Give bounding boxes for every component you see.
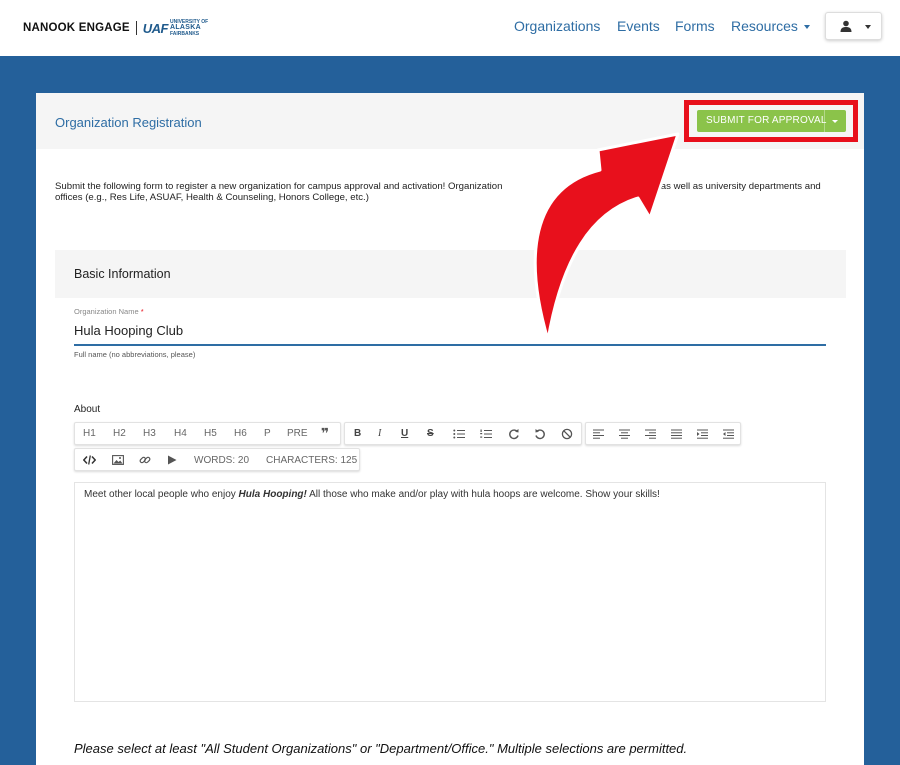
toolbar-format-group: B I U S [344,422,582,445]
top-navbar: NANOOK ENGAGE UAF UNIVERSITY OF ALASKA F… [0,0,900,56]
nav-events[interactable]: Events [617,18,660,34]
undo-icon[interactable] [534,428,546,440]
content-text-end: All those who make and/or play with hula… [306,489,660,500]
italic-icon[interactable]: I [378,428,381,439]
brand-logo[interactable]: NANOOK ENGAGE UAF UNIVERSITY OF ALASKA F… [23,19,208,37]
brand-name: NANOOK ENGAGE [23,22,130,34]
toolbar-h2-button[interactable]: H2 [113,428,126,439]
strikethrough-icon[interactable]: S [427,428,434,439]
org-name-input[interactable]: Hula Hooping Club [74,323,183,338]
org-name-label: Organization Name * [74,307,144,316]
user-menu-button[interactable] [825,12,882,40]
numbered-list-icon[interactable] [480,429,492,439]
toolbar-headings-group: H1 H2 H3 H4 H5 H6 P PRE ❞ [74,422,341,445]
content-text-start: Meet other local people who enjoy [84,489,239,500]
toolbar-p-button[interactable]: P [264,428,271,439]
required-marker: * [140,307,144,316]
brand-divider [135,21,137,35]
nav-resources[interactable]: Resources [731,18,810,34]
word-count: WORDS: 20 [194,455,250,466]
clear-format-icon[interactable] [561,428,573,440]
uaf-wordmark: UNIVERSITY OF ALASKA FAIRBANKS [170,19,208,37]
toolbar-h6-button[interactable]: H6 [234,428,247,439]
toolbar-align-group [585,422,741,445]
selection-note: Please select at least "All Student Orga… [74,741,688,756]
user-icon [840,20,852,32]
video-play-icon[interactable] [167,455,177,465]
align-right-icon[interactable] [645,429,656,439]
align-justify-icon[interactable] [671,429,682,439]
uaf-line3: FAIRBANKS [169,31,200,37]
content-bold-text: Hula Hooping! [238,489,307,500]
toolbar-h5-button[interactable]: H5 [204,428,217,439]
uaf-logo: UAF UNIVERSITY OF ALASKA FAIRBANKS [143,19,208,37]
about-label: About [74,404,101,415]
page-title: Organization Registration [55,115,202,130]
quote-icon[interactable]: ❞ [321,425,329,442]
underline-icon[interactable]: U [401,428,408,439]
toolbar-h4-button[interactable]: H4 [174,428,187,439]
code-icon[interactable] [83,455,96,465]
about-editor-content: Meet other local people who enjoy Hula H… [84,489,660,500]
nav-organizations[interactable]: Organizations [514,18,600,34]
uaf-mark: UAF [142,20,169,36]
align-left-icon[interactable] [593,429,604,439]
org-name-help: Full name (no abbreviations, please) [74,350,196,359]
toolbar-h1-button[interactable]: H1 [83,428,96,439]
nav-resources-label: Resources [731,18,798,34]
about-editor[interactable]: Meet other local people who enjoy Hula H… [74,482,826,702]
chevron-down-icon [865,25,871,29]
annotation-arrow-icon [533,132,680,342]
bold-icon[interactable]: B [354,428,361,439]
link-icon[interactable] [139,454,151,466]
image-icon[interactable] [112,455,124,465]
basic-info-section-header: Basic Information [55,250,846,298]
character-count: CHARACTERS: 125 [266,455,358,466]
bullet-list-icon[interactable] [453,429,465,439]
chevron-down-icon [803,25,810,30]
org-name-label-text: Organization Name [74,307,139,316]
align-center-icon[interactable] [619,429,630,439]
outdent-icon[interactable] [723,429,734,439]
toolbar-h3-button[interactable]: H3 [143,428,156,439]
intro-text: Submit the following form to register a … [55,181,824,203]
redo-icon[interactable] [508,428,520,440]
section-title: Basic Information [74,267,171,281]
indent-icon[interactable] [697,429,708,439]
nav-forms[interactable]: Forms [675,18,715,34]
toolbar-pre-button[interactable]: PRE [287,428,308,439]
toolbar-insert-group: WORDS: 20 CHARACTERS: 125 [74,448,360,471]
